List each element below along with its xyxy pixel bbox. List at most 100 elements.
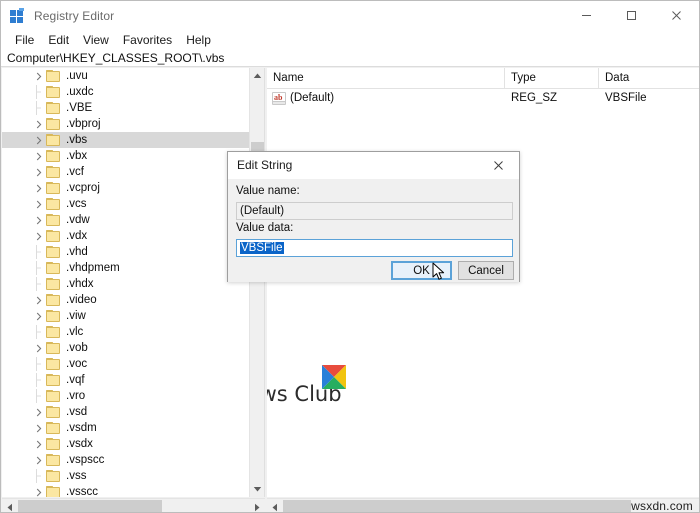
scroll-up-arrow[interactable]: [250, 68, 265, 84]
maximize-button[interactable]: [609, 1, 654, 30]
tree-item[interactable]: .uxdc: [2, 84, 250, 100]
value-name-text: (Default): [240, 205, 285, 217]
site-watermark: wsxdn.com: [631, 499, 693, 513]
tree-item[interactable]: .vsdm: [2, 420, 250, 436]
edit-string-dialog: Edit String Value name: (Default) Value …: [227, 151, 520, 282]
cancel-button[interactable]: Cancel: [458, 261, 514, 280]
tree-item[interactable]: .vdw: [2, 212, 250, 228]
tree-item[interactable]: .vob: [2, 340, 250, 356]
tree-item-label: .voc: [66, 358, 88, 370]
window-title: Registry Editor: [34, 8, 115, 23]
tree-line-icon: [32, 373, 46, 387]
tree-item[interactable]: .vcs: [2, 196, 250, 212]
tree-item-label: .vsdm: [66, 422, 97, 434]
tree-line-icon: [32, 357, 46, 371]
hscroll-right-arrow[interactable]: [249, 499, 265, 512]
menu-file[interactable]: File: [8, 32, 41, 48]
menu-favorites[interactable]: Favorites: [116, 32, 179, 48]
tree-item[interactable]: .vqf: [2, 372, 250, 388]
chevron-right-icon[interactable]: [32, 216, 46, 225]
tree-item[interactable]: .uvu: [2, 68, 250, 84]
hscroll-left-arrow[interactable]: [2, 499, 18, 512]
chevron-right-icon[interactable]: [32, 344, 46, 353]
chevron-right-icon[interactable]: [32, 120, 46, 129]
chevron-right-icon[interactable]: [32, 232, 46, 241]
values-column-header: Name Type Data: [267, 68, 699, 89]
chevron-right-icon[interactable]: [32, 152, 46, 161]
tree-item[interactable]: .vss: [2, 468, 250, 484]
menu-bar: File Edit View Favorites Help: [1, 30, 699, 49]
tree-item-label: .vbx: [66, 150, 88, 162]
tree-item[interactable]: .vhdx: [2, 276, 250, 292]
tree-vertical-scrollbar[interactable]: [249, 68, 264, 497]
chevron-right-icon[interactable]: [32, 184, 46, 193]
minimize-button[interactable]: [564, 1, 609, 30]
watermark: The Windows Club: [267, 363, 374, 406]
tree-item[interactable]: .vlc: [2, 324, 250, 340]
close-button[interactable]: [654, 1, 699, 30]
column-header-type[interactable]: Type: [505, 68, 599, 88]
chevron-right-icon[interactable]: [32, 312, 46, 321]
tree-line-icon: [32, 261, 46, 275]
tree-item[interactable]: .video: [2, 292, 250, 308]
tree-horizontal-scrollbar[interactable]: [2, 498, 265, 512]
tree-item[interactable]: .vbs: [2, 132, 250, 148]
chevron-right-icon[interactable]: [32, 136, 46, 145]
menu-view[interactable]: View: [76, 32, 116, 48]
folder-icon: [46, 230, 61, 242]
tree-item[interactable]: .vbx: [2, 148, 250, 164]
tree-item[interactable]: .vbproj: [2, 116, 250, 132]
chevron-right-icon[interactable]: [32, 296, 46, 305]
tree-item[interactable]: .viw: [2, 308, 250, 324]
chevron-right-icon[interactable]: [32, 408, 46, 417]
chevron-right-icon[interactable]: [32, 424, 46, 433]
values-pane[interactable]: Name Type Data ab (Default) REG_SZ VBSFile …: [267, 68, 699, 497]
tree-hscroll-thumb[interactable]: [18, 500, 162, 512]
column-header-data[interactable]: Data: [599, 68, 699, 88]
folder-icon: [46, 70, 61, 82]
registry-path: Computer\HKEY_CLASSES_ROOT\.vbs: [7, 50, 225, 65]
dialog-close-button[interactable]: [477, 152, 519, 179]
registry-editor-window: Registry Editor File Edit View Favorites…: [0, 0, 700, 513]
tree-item[interactable]: .vro: [2, 388, 250, 404]
tree-item[interactable]: .vsdx: [2, 436, 250, 452]
tree-item[interactable]: .vsscc: [2, 484, 250, 497]
tree-item-label: .viw: [66, 310, 86, 322]
values-hscroll-left-arrow[interactable]: [267, 499, 283, 512]
chevron-right-icon[interactable]: [32, 440, 46, 449]
folder-icon: [46, 358, 61, 370]
tree-item[interactable]: .VBE: [2, 100, 250, 116]
ok-button[interactable]: OK: [391, 261, 452, 280]
folder-icon: [46, 470, 61, 482]
tree-item-label: .vcf: [66, 166, 84, 178]
tree-item[interactable]: .vsd: [2, 404, 250, 420]
tree-item[interactable]: .voc: [2, 356, 250, 372]
value-data-input[interactable]: VBSFile: [236, 239, 513, 257]
chevron-right-icon[interactable]: [32, 456, 46, 465]
tree-item[interactable]: .vhdpmem: [2, 260, 250, 276]
chevron-right-icon[interactable]: [32, 200, 46, 209]
chevron-right-icon[interactable]: [32, 488, 46, 497]
tree-item-label: .vlc: [66, 326, 84, 338]
chevron-right-icon[interactable]: [32, 72, 46, 81]
folder-icon: [46, 390, 61, 402]
tree-item[interactable]: .vcf: [2, 164, 250, 180]
tree-item[interactable]: .vspscc: [2, 452, 250, 468]
registry-tree-pane[interactable]: .uvu .uxdc .VBE .vbproj .vbs .vbx .vcf .vcproj.…: [2, 68, 265, 497]
tree-item[interactable]: .vcproj: [2, 180, 250, 196]
tree-item[interactable]: .vhd: [2, 244, 250, 260]
tree-line-icon: [32, 277, 46, 291]
tree-item[interactable]: .vdx: [2, 228, 250, 244]
value-row[interactable]: ab (Default) REG_SZ VBSFile: [267, 89, 699, 107]
scroll-down-arrow[interactable]: [250, 481, 265, 497]
values-horizontal-scrollbar[interactable]: wsxdn.com: [267, 498, 699, 513]
menu-help[interactable]: Help: [179, 32, 218, 48]
folder-icon: [46, 406, 61, 418]
folder-icon: [46, 294, 61, 306]
address-bar[interactable]: Computer\HKEY_CLASSES_ROOT\.vbs: [1, 49, 699, 67]
menu-edit[interactable]: Edit: [41, 32, 76, 48]
values-hscroll-thumb[interactable]: [283, 500, 631, 512]
column-header-name[interactable]: Name: [267, 68, 505, 88]
chevron-right-icon[interactable]: [32, 168, 46, 177]
folder-icon: [46, 310, 61, 322]
